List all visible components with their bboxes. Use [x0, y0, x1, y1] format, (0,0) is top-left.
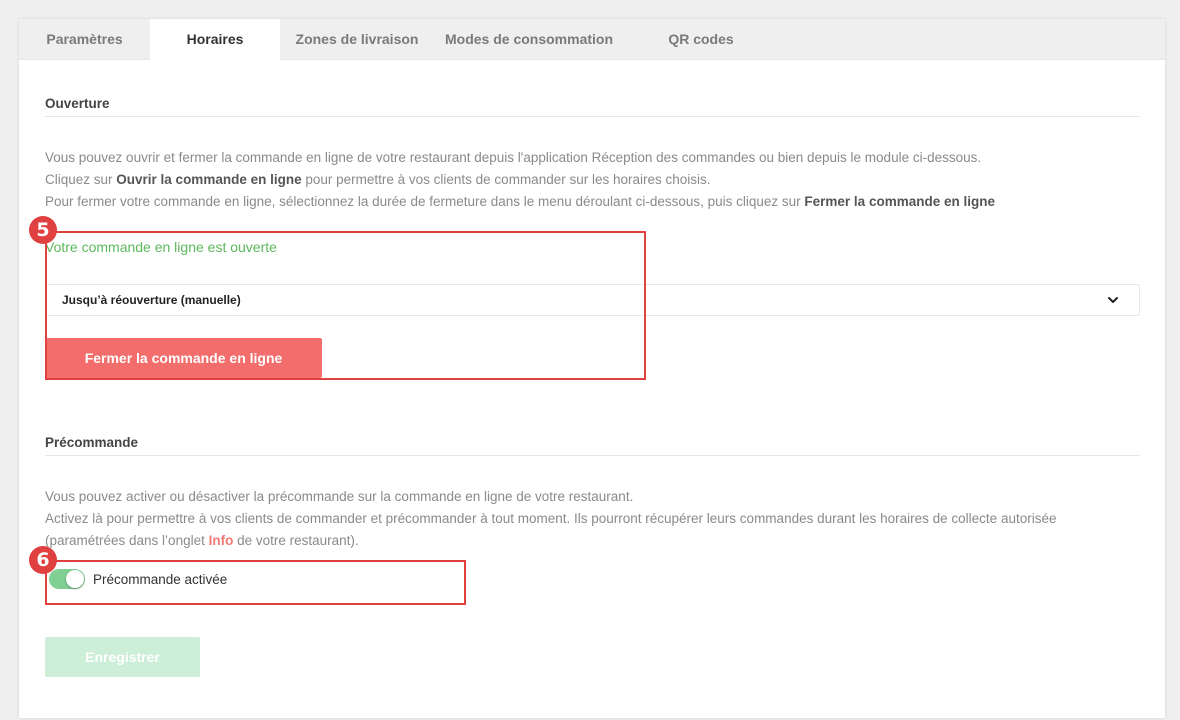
tab-qr-codes[interactable]: QR codes: [624, 19, 778, 59]
opening-divider: [45, 116, 1140, 117]
save-button[interactable]: Enregistrer: [45, 637, 200, 677]
annotation-badge-6: 6: [29, 546, 57, 574]
tab-modes-de-consommation[interactable]: Modes de consommation: [434, 19, 624, 59]
opening-description-line-3: Pour fermer votre commande en ligne, sél…: [45, 194, 995, 209]
preorder-divider: [45, 455, 1140, 456]
opening-description-line-2: Cliquez sur Ouvrir la commande en ligne …: [45, 172, 711, 187]
tab-horaires[interactable]: Horaires: [150, 19, 280, 60]
annotation-box-6: [45, 560, 466, 605]
tab-bar: Paramètres Horaires Zones de livraison M…: [19, 19, 1165, 60]
opening-description-line-1: Vous pouvez ouvrir et fermer la commande…: [45, 150, 982, 165]
preorder-description-line-3: (paramétrées dans l’onglet Info de votre…: [45, 533, 359, 548]
open-online-ordering-emphasis: Ouvrir la commande en ligne: [116, 172, 302, 187]
tab-parametres[interactable]: Paramètres: [19, 19, 150, 59]
annotation-badge-5: 5: [29, 216, 57, 244]
preorder-description-line-1: Vous pouvez activer ou désactiver la pré…: [45, 489, 634, 504]
tab-zones-de-livraison[interactable]: Zones de livraison: [280, 19, 434, 59]
preorder-description-line-2: Activez là pour permettre à vos clients …: [45, 511, 1057, 526]
info-tab-link[interactable]: Info: [209, 533, 234, 548]
opening-section-title: Ouverture: [45, 96, 110, 111]
chevron-down-icon: [1108, 297, 1118, 303]
preorder-section-title: Précommande: [45, 435, 139, 450]
close-online-ordering-emphasis: Fermer la commande en ligne: [804, 194, 995, 209]
annotation-box-5: [45, 231, 646, 380]
